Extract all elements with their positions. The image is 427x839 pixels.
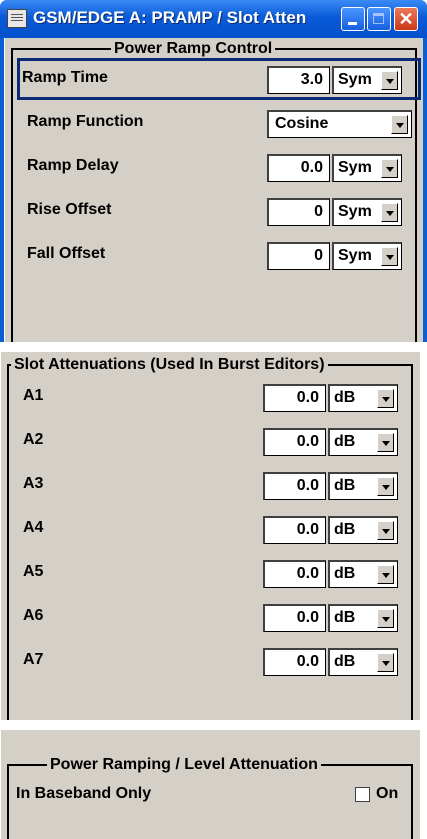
chevron-down-icon[interactable] [381,159,398,178]
slot-label: A1 [23,387,44,404]
minimize-button[interactable] [341,7,365,31]
slot-unit-select[interactable]: dB [328,472,398,500]
ramp-delay-unit: Sym [338,159,372,176]
chevron-down-icon[interactable] [381,203,398,222]
slot-unit: dB [334,565,356,582]
fall-offset-unit-select[interactable]: Sym [332,242,402,270]
pramp-window: GSM/EDGE A: PRAMP / Slot Atten ✕ Power R… [0,0,427,342]
fall-offset-row: Fall Offset 0 Sym [13,236,415,274]
ramp-delay-input[interactable]: 0.0 [267,154,330,182]
slot-attenuations-group: Slot Attenuations (Used In Burst Editors… [7,355,413,720]
slot-attenuation-row: A1 0.0 dB [9,378,411,416]
slot-attenuation-input[interactable]: 0.0 [263,428,326,456]
rise-offset-row: Rise Offset 0 Sym [13,192,415,230]
ramp-function-row: Ramp Function Cosine [13,104,415,142]
slot-attenuation-row: A3 0.0 dB [9,466,411,504]
window-menu-icon[interactable] [7,9,27,28]
slot-label: A3 [23,475,44,492]
chevron-down-icon[interactable] [377,653,394,672]
slot-unit: dB [334,653,356,670]
chevron-down-icon[interactable] [377,389,394,408]
baseband-only-on-label[interactable]: On [376,785,398,803]
slot-attenuation-input[interactable]: 0.0 [263,516,326,544]
slot-unit-select[interactable]: dB [328,604,398,632]
slot-attenuation-row: A6 0.0 dB [9,598,411,636]
slot-attenuation-row: A2 0.0 dB [9,422,411,460]
ramp-time-unit-select[interactable]: Sym [332,66,402,94]
fall-offset-label: Fall Offset [27,245,106,262]
chevron-down-icon[interactable] [381,247,398,266]
power-ramp-panel: Power Ramp Control Ramp Time 3.0 Sym Ram… [4,38,423,342]
close-icon: ✕ [398,9,414,29]
chevron-down-icon[interactable] [377,433,394,452]
slot-unit-select[interactable]: dB [328,560,398,588]
slot-attenuation-input[interactable]: 0.0 [263,384,326,412]
slot-attenuation-input[interactable]: 0.0 [263,560,326,588]
chevron-down-icon[interactable] [377,609,394,628]
window-title: GSM/EDGE A: PRAMP / Slot Atten [33,8,307,27]
slot-attenuation-row: A7 0.0 dB [9,642,411,680]
ramp-time-unit: Sym [338,71,372,88]
slot-unit: dB [334,521,356,538]
slot-unit: dB [334,389,356,406]
rise-offset-label: Rise Offset [27,201,112,218]
ramp-function-select[interactable]: Cosine [267,110,412,138]
slot-attenuation-row: A5 0.0 dB [9,554,411,592]
baseband-only-checkbox[interactable] [355,787,370,802]
slot-unit-select[interactable]: dB [328,428,398,456]
slot-unit-select[interactable]: dB [328,516,398,544]
slot-unit-select[interactable]: dB [328,648,398,676]
fall-offset-unit: Sym [338,247,372,264]
slot-attenuation-input[interactable]: 0.0 [263,648,326,676]
fall-offset-input[interactable]: 0 [267,242,330,270]
ramp-delay-unit-select[interactable]: Sym [332,154,402,182]
title-bar[interactable]: GSM/EDGE A: PRAMP / Slot Atten ✕ [0,0,427,38]
rise-offset-input[interactable]: 0 [267,198,330,226]
slot-label: A2 [23,431,44,448]
slot-unit: dB [334,609,356,626]
ramp-function-value: Cosine [275,115,329,132]
level-attenuation-group: Power Ramping / Level Attenuation In Bas… [7,755,413,839]
chevron-down-icon[interactable] [381,71,398,90]
slot-attenuation-row: A4 0.0 dB [9,510,411,548]
chevron-down-icon[interactable] [377,477,394,496]
ramp-time-input[interactable]: 3.0 [267,66,330,94]
slot-attenuations-legend: Slot Attenuations (Used In Burst Editors… [11,355,328,375]
chevron-down-icon[interactable] [377,521,394,540]
power-ramp-control-legend: Power Ramp Control [111,39,276,59]
ramp-function-label: Ramp Function [27,113,144,130]
ramp-time-row: Ramp Time 3.0 Sym [13,60,415,98]
slot-label: A4 [23,519,44,536]
slot-unit: dB [334,477,356,494]
rise-offset-unit: Sym [338,203,372,220]
ramp-time-label: Ramp Time [22,69,108,86]
power-ramp-control-group: Power Ramp Control Ramp Time 3.0 Sym Ram… [11,39,421,342]
slot-unit-select[interactable]: dB [328,384,398,412]
chevron-down-icon[interactable] [391,115,408,134]
slot-attenuation-input[interactable]: 0.0 [263,472,326,500]
chevron-down-icon[interactable] [377,565,394,584]
ramp-delay-label: Ramp Delay [27,157,119,174]
slot-attenuation-input[interactable]: 0.0 [263,604,326,632]
slot-unit: dB [334,433,356,450]
ramp-delay-row: Ramp Delay 0.0 Sym [13,148,415,186]
maximize-button[interactable] [367,7,391,31]
level-attenuation-legend: Power Ramping / Level Attenuation [47,755,321,775]
rise-offset-unit-select[interactable]: Sym [332,198,402,226]
slot-attenuations-panel: Slot Attenuations (Used In Burst Editors… [0,352,420,720]
slot-label: A5 [23,563,44,580]
slot-label: A6 [23,607,44,624]
baseband-only-row: In Baseband Only On [9,776,411,814]
close-button[interactable]: ✕ [394,7,418,31]
baseband-only-label: In Baseband Only [16,785,152,802]
slot-label: A7 [23,651,44,668]
level-attenuation-panel: Power Ramping / Level Attenuation In Bas… [0,730,420,839]
